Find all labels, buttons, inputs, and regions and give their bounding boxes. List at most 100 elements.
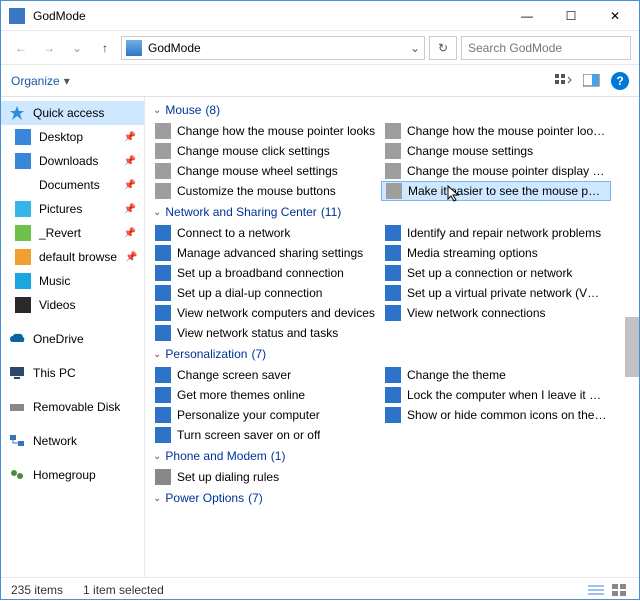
sidebar-item[interactable]: Documents 📌 [1,173,144,197]
list-item[interactable]: Connect to a network [151,223,381,243]
group-header[interactable]: ⌄Personalization (7) [151,343,639,365]
item-icon [385,265,401,281]
group-name: Network and Sharing Center [165,205,316,219]
list-item[interactable]: Media streaming options [381,243,611,263]
forward-button[interactable]: → [37,36,61,60]
item-label: Set up a virtual private network (VPN... [407,286,607,300]
item-icon [155,163,171,179]
list-item[interactable]: Set up a dial-up connection [151,283,381,303]
sidebar-network[interactable]: Network [1,429,144,453]
item-label: Customize the mouse buttons [177,184,336,198]
list-item[interactable]: Change the theme [381,365,611,385]
list-item[interactable]: Change mouse wheel settings [151,161,381,181]
list-item[interactable]: Identify and repair network problems [381,223,611,243]
scrollbar-thumb[interactable] [625,317,639,377]
minimize-button[interactable]: — [505,2,549,30]
item-label: Change how the mouse pointer looks [177,124,375,138]
list-item[interactable]: Set up dialing rules [151,467,381,487]
group-header[interactable]: ⌄Power Options (7) [151,487,639,509]
item-label: Set up a broadband connection [177,266,344,280]
item-label: View network computers and devices [177,306,375,320]
list-item[interactable]: Change mouse click settings [151,141,381,161]
sidebar-quick-access[interactable]: Quick access [1,101,144,125]
pin-icon: 📌 [124,180,136,191]
search-input[interactable]: Search GodMode [461,36,631,60]
up-button[interactable]: ↑ [93,36,117,60]
content-pane[interactable]: ⌄Mouse (8) Change how the mouse pointer l… [145,97,639,577]
list-item[interactable]: Change how the mouse pointer look... [381,121,611,141]
sidebar-this-pc[interactable]: This PC [1,361,144,385]
drive-icon [9,399,25,415]
sidebar-item-label: Network [33,434,77,448]
list-item[interactable]: Lock the computer when I leave it al... [381,385,611,405]
list-item[interactable]: View network computers and devices [151,303,381,323]
sidebar-item-label: default browse [39,250,117,264]
address-path[interactable]: GodMode ⌄ [121,36,425,60]
item-label: Make it easier to see the mouse poin... [408,184,606,198]
item-icon [155,143,171,159]
list-item[interactable]: View network status and tasks [151,323,381,343]
list-item[interactable]: Show or hide common icons on the ... [381,405,611,425]
path-dropdown-icon[interactable]: ⌄ [410,41,420,55]
item-icon [155,123,171,139]
list-item[interactable]: Personalize your computer [151,405,381,425]
pin-icon: 📌 [124,204,136,215]
list-item[interactable]: Set up a connection or network [381,263,611,283]
help-button[interactable]: ? [611,72,629,90]
list-item[interactable]: Make it easier to see the mouse poin... [381,181,611,201]
pin-icon: 📌 [124,156,136,167]
group-header[interactable]: ⌄Mouse (8) [151,99,639,121]
group-header[interactable]: ⌄Network and Sharing Center (11) [151,201,639,223]
refresh-button[interactable]: ↻ [429,36,457,60]
list-item[interactable]: Change mouse settings [381,141,611,161]
sidebar-item-label: Music [39,274,70,288]
thumbnails-view-button[interactable] [611,581,629,599]
back-button[interactable]: ← [9,36,33,60]
sidebar-item-label: Downloads [39,154,98,168]
sidebar-item[interactable]: Pictures 📌 [1,197,144,221]
list-item[interactable]: Get more themes online [151,385,381,405]
organize-menu[interactable]: Organize ▾ [11,74,555,88]
list-item[interactable]: Turn screen saver on or off [151,425,381,445]
sidebar-item[interactable]: Downloads 📌 [1,149,144,173]
item-icon [155,225,171,241]
sidebar-item[interactable]: Videos [1,293,144,317]
sidebar-onedrive[interactable]: OneDrive [1,327,144,351]
group-header[interactable]: ⌄Phone and Modem (1) [151,445,639,467]
list-item[interactable]: Change screen saver [151,365,381,385]
list-item[interactable]: View network connections [381,303,611,323]
folder-icon [15,225,31,241]
details-view-icon [588,584,604,596]
item-icon [155,367,171,383]
sidebar-homegroup[interactable]: Homegroup [1,463,144,487]
item-icon [155,469,171,485]
recent-locations-button[interactable]: ⌄ [65,36,89,60]
preview-pane-button[interactable] [583,72,601,90]
list-item[interactable]: Set up a virtual private network (VPN... [381,283,611,303]
view-options-button[interactable] [555,72,573,90]
sidebar-item[interactable]: Desktop📌 [1,125,144,149]
close-button[interactable]: ✕ [593,2,637,30]
item-icon [155,305,171,321]
sidebar-item-label: Pictures [39,202,82,216]
sidebar-item[interactable]: default browse📌 [1,245,144,269]
list-item[interactable]: Customize the mouse buttons [151,181,381,201]
details-view-button[interactable] [587,581,605,599]
sidebar-removable-disk[interactable]: Removable Disk [1,395,144,419]
list-item[interactable]: Manage advanced sharing settings [151,243,381,263]
list-item[interactable]: Change how the mouse pointer looks [151,121,381,141]
homegroup-icon [9,467,25,483]
grid-view-icon [555,74,573,88]
list-item[interactable]: Change the mouse pointer display o... [381,161,611,181]
folder-icon [15,177,31,193]
item-label: Set up a dial-up connection [177,286,322,300]
sidebar-item[interactable]: Music [1,269,144,293]
item-label: Change how the mouse pointer look... [407,124,607,138]
item-label: Set up dialing rules [177,470,279,484]
sidebar-item-label: Documents [39,178,100,192]
sidebar-item[interactable]: _Revert📌 [1,221,144,245]
sidebar-item-label: Removable Disk [33,400,120,414]
maximize-button[interactable]: ☐ [549,2,593,30]
folder-icon [15,273,31,289]
list-item[interactable]: Set up a broadband connection [151,263,381,283]
